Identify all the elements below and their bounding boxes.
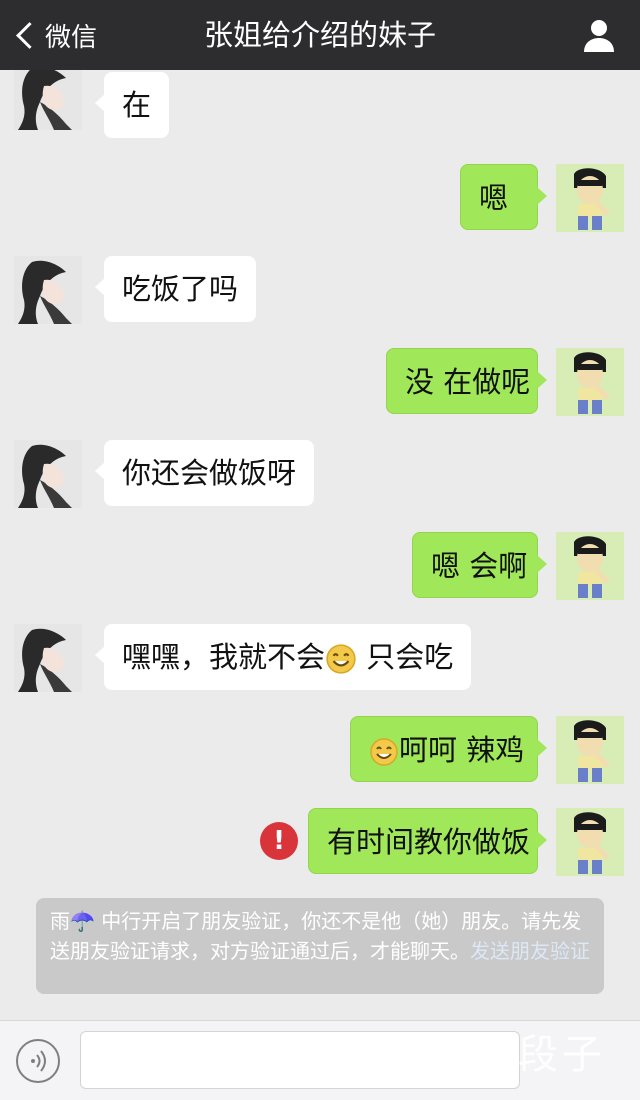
message-text: 呵呵 辣鸡 [399, 733, 525, 767]
message-row-right: 呵呵 辣鸡 [0, 716, 640, 786]
message-row-left: 在 [0, 70, 640, 140]
navbar: 微信 张姐给介绍的妹子 [0, 0, 640, 70]
message-bubble[interactable]: 嗯 会啊 [412, 532, 547, 598]
system-message: 雨☂️ 中行开启了朋友验证，你还不是他（她）朋友。请先发送朋友验证请求，对方验证… [36, 898, 604, 994]
message-bubble[interactable]: 你还会做饭呀 [94, 440, 315, 506]
message-bubble[interactable]: 呵呵 辣鸡 [350, 716, 547, 782]
message-row-left: 嘿嘿，我就不会 只会吃 [0, 624, 640, 694]
exclamation-icon[interactable]: ! [260, 822, 298, 860]
contact-avatar[interactable] [14, 256, 82, 324]
message-text: 嘿嘿，我就不会 [122, 640, 326, 674]
send-verification-link[interactable]: 发送朋友验证 [470, 939, 590, 963]
message-row-left: 吃饭了吗 [0, 256, 640, 326]
smile-emoji [325, 643, 357, 675]
message-bubble[interactable]: 有时间教你做饭 [308, 808, 547, 874]
contact-avatar[interactable] [14, 440, 82, 508]
message-row-right: 没 在做呢 [0, 348, 640, 418]
message-row-right: ! 有时间教你做饭 [0, 808, 640, 878]
message-bubble[interactable]: 吃饭了吗 [94, 256, 257, 322]
message-bubble[interactable]: 嘿嘿，我就不会 只会吃 [94, 624, 472, 690]
message-text: 只会吃 [357, 640, 454, 674]
contact-avatar[interactable] [14, 624, 82, 692]
voice-icon[interactable] [16, 1039, 60, 1083]
smile-emoji [369, 737, 399, 767]
self-avatar[interactable] [556, 808, 624, 876]
self-avatar[interactable] [556, 164, 624, 232]
self-avatar[interactable] [556, 348, 624, 416]
person-icon[interactable] [580, 16, 618, 54]
chat-title: 张姐给介绍的妹子 [203, 18, 436, 52]
self-avatar[interactable] [556, 532, 624, 600]
message-row-left: 你还会做饭呀 [0, 440, 640, 510]
message-bubble[interactable]: 嗯 [460, 164, 547, 230]
contact-avatar[interactable] [14, 70, 82, 130]
message-row-right: 嗯 [0, 164, 640, 234]
self-avatar[interactable] [556, 716, 624, 784]
message-bubble[interactable]: 没 在做呢 [386, 348, 547, 414]
chat-area[interactable]: 在 嗯 吃饭了吗 没 在做呢 你还会做饭呀 嗯 会啊 嘿嘿，我就不会 只会吃 呵… [0, 70, 640, 1020]
message-row-right: 嗯 会啊 [0, 532, 640, 602]
message-bubble[interactable]: 在 [94, 72, 170, 138]
watermark: 内涵段子 [430, 1032, 606, 1078]
